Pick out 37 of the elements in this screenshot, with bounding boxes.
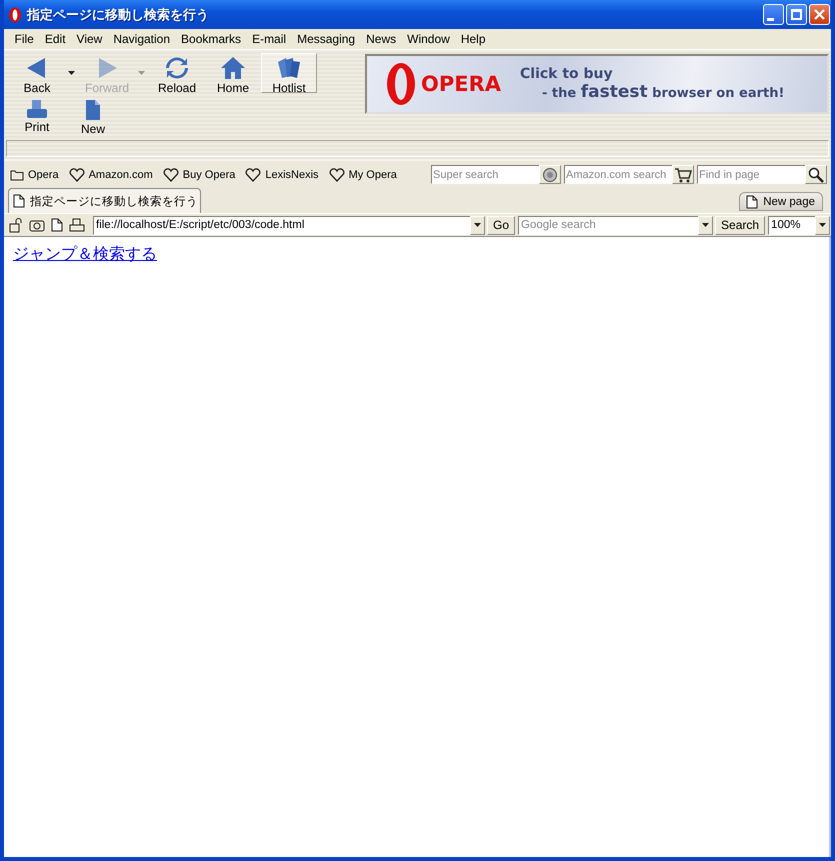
- window-title: 指定ページに移動し検索を行う: [27, 6, 210, 24]
- search-button[interactable]: Search: [715, 216, 766, 234]
- reload-button[interactable]: Reload: [149, 53, 205, 93]
- menu-item[interactable]: Edit: [39, 32, 72, 46]
- search-field[interactable]: Amazon.com search: [564, 165, 672, 184]
- banner-tagline: - the fastest browser on earth!: [542, 82, 784, 102]
- menu-item[interactable]: Help: [455, 32, 491, 46]
- bookmark-item[interactable]: Buy Opera: [162, 168, 236, 182]
- banner-headline: Click to buy: [520, 66, 614, 82]
- print-button[interactable]: Print: [9, 96, 65, 136]
- bookmark-item[interactable]: My Opera: [328, 168, 397, 182]
- hotlist-button[interactable]: Hotlist: [261, 53, 317, 93]
- address-field[interactable]: file://localhost/E:/script/etc/003/code.html: [93, 216, 470, 234]
- menu-item[interactable]: View: [71, 32, 108, 46]
- go-button[interactable]: Go: [487, 216, 516, 234]
- menu-item[interactable]: News: [360, 32, 402, 46]
- menu-item[interactable]: E-mail: [246, 32, 292, 46]
- tab[interactable]: 指定ページに移動し検索を行う: [8, 188, 201, 213]
- new-page-button[interactable]: New page: [739, 192, 823, 211]
- bookmark-item[interactable]: Amazon.com: [68, 168, 153, 182]
- logo-text: OPERA: [421, 72, 502, 96]
- search-field[interactable]: Super search: [431, 165, 539, 184]
- search-field[interactable]: Find in page: [697, 165, 805, 184]
- search-field[interactable]: Google search: [518, 216, 698, 234]
- zoom-field[interactable]: 100%: [768, 216, 816, 234]
- page-link[interactable]: ジャンプ＆検索する: [13, 244, 157, 263]
- menu-item[interactable]: Messaging: [292, 32, 361, 46]
- back-button[interactable]: Back: [9, 53, 79, 93]
- menu-item[interactable]: Bookmarks: [176, 32, 247, 46]
- menu-item[interactable]: Navigation: [108, 32, 176, 46]
- menu-item[interactable]: Window: [402, 32, 456, 46]
- bookmark-folder[interactable]: Opera: [10, 168, 59, 180]
- home-button[interactable]: Home: [205, 53, 261, 93]
- menu-item[interactable]: File: [9, 32, 40, 46]
- advertisement-banner[interactable]: OPERA Click to buy - the fastest browser on earth!: [365, 54, 829, 114]
- new-page-button[interactable]: New: [65, 96, 121, 136]
- bookmark-item[interactable]: LexisNexis: [245, 168, 319, 182]
